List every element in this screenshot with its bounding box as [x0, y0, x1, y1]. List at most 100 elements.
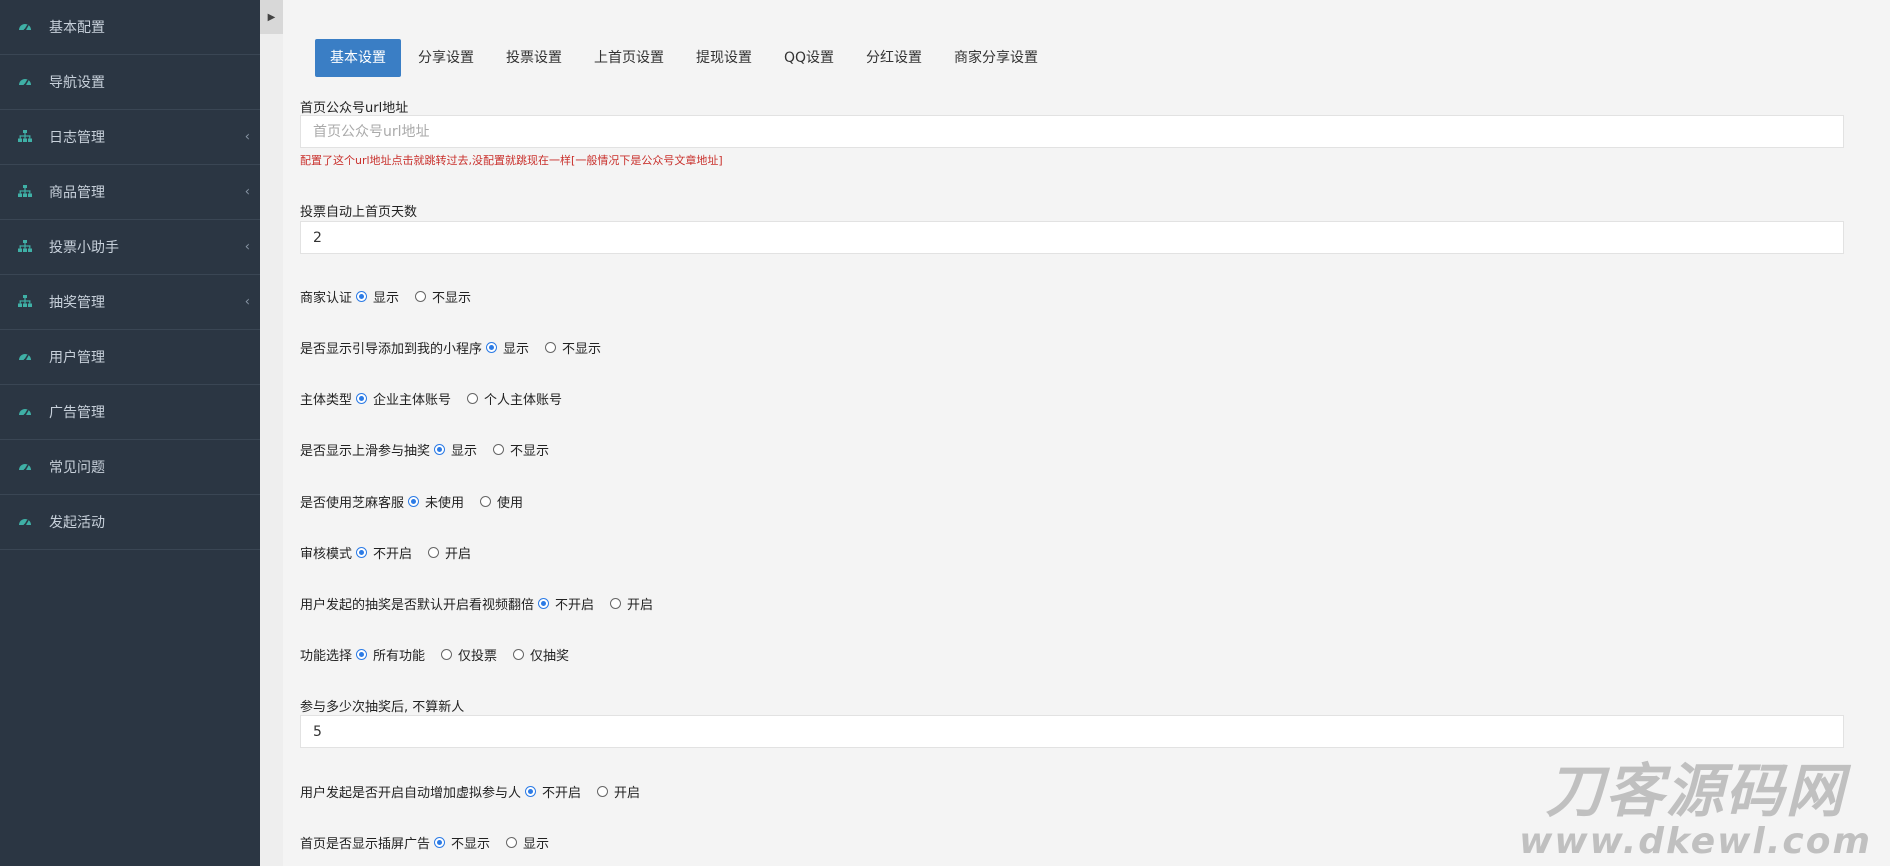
radio-button[interactable]	[441, 649, 453, 660]
tab[interactable]: 商家分享设置	[939, 39, 1053, 77]
radio-option[interactable]: 不开启	[352, 543, 412, 562]
radio-option[interactable]: 不显示	[489, 440, 549, 459]
radio-group-label: 是否显示上滑参与抽奖	[300, 444, 431, 459]
radio-option-label: 开启	[614, 786, 641, 801]
sidebar-item[interactable]: 商品管理 ‹	[0, 165, 260, 220]
radio-option[interactable]: 仅投票	[437, 645, 497, 664]
radio-button[interactable]	[356, 649, 368, 660]
sesame-service-group: 是否使用芝麻客服 未使用 使用	[300, 492, 535, 511]
radio-option[interactable]: 使用	[476, 492, 523, 511]
radio-button[interactable]	[480, 496, 492, 507]
radio-option-label: 未使用	[425, 496, 465, 511]
url-field-hint: 配置了这个url地址点击就跳转过去,没配置就跳现在一样[一般情况下是公众号文章地…	[300, 154, 723, 167]
sitemap-icon	[18, 130, 32, 144]
radio-button[interactable]	[486, 342, 498, 353]
radio-button[interactable]	[434, 837, 446, 848]
sidebar-item-label: 商品管理	[49, 185, 105, 201]
sidebar-item[interactable]: 常见问题	[0, 440, 260, 495]
radio-option-label: 个人主体账号	[484, 393, 563, 408]
radio-option[interactable]: 不显示	[541, 338, 601, 357]
sidebar-item-label: 常见问题	[49, 460, 105, 476]
sidebar-item[interactable]: 导航设置	[0, 55, 260, 110]
radio-option[interactable]: 显示	[502, 833, 549, 852]
sidebar-item-label: 抽奖管理	[49, 295, 105, 311]
radio-button[interactable]	[513, 649, 525, 660]
radio-button[interactable]	[415, 291, 427, 302]
sidebar-item[interactable]: 投票小助手 ‹	[0, 220, 260, 275]
radio-button[interactable]	[597, 786, 609, 797]
radio-option[interactable]: 未使用	[404, 492, 464, 511]
radio-option[interactable]: 企业主体账号	[352, 389, 451, 408]
radio-option[interactable]: 开启	[593, 782, 640, 801]
radio-option-label: 仅抽奖	[530, 649, 570, 664]
radio-option[interactable]: 显示	[482, 338, 529, 357]
radio-group-label: 用户发起的抽奖是否默认开启看视频翻倍	[300, 598, 535, 613]
sidebar-item-label: 用户管理	[49, 350, 105, 366]
sidebar-item[interactable]: 基本配置	[0, 0, 260, 55]
radio-option-label: 不开启	[373, 547, 413, 562]
radio-option-label: 开启	[445, 547, 472, 562]
radio-option-label: 不显示	[510, 444, 550, 459]
sidebar-item[interactable]: 广告管理	[0, 385, 260, 440]
tab[interactable]: 分红设置	[851, 39, 937, 77]
url-input[interactable]	[300, 115, 1844, 148]
tab[interactable]: QQ设置	[769, 39, 849, 77]
sidebar-toggle-button[interactable]: ▶	[260, 0, 283, 34]
radio-option[interactable]: 个人主体账号	[463, 389, 562, 408]
radio-option[interactable]: 显示	[352, 287, 399, 306]
radio-button[interactable]	[538, 598, 550, 609]
radio-button[interactable]	[610, 598, 622, 609]
guide-add-group: 是否显示引导添加到我的小程序 显示 不显示	[300, 338, 613, 357]
lottery-count-input[interactable]	[300, 715, 1844, 748]
chevron-left-icon: ‹	[244, 239, 250, 255]
vote-days-label: 投票自动上首页天数	[300, 205, 418, 220]
sidebar: 基本配置 导航设置 日志管理 ‹ 商品管理 ‹ 投票小助手 ‹ 抽奖管理 ‹ 用户管理 广告管理 常见问…	[0, 0, 260, 866]
tab[interactable]: 分享设置	[403, 39, 489, 77]
lottery-count-label: 参与多少次抽奖后, 不算新人	[300, 700, 465, 715]
radio-option[interactable]: 不开启	[521, 782, 581, 801]
sidebar-item[interactable]: 用户管理	[0, 330, 260, 385]
radio-option-label: 不显示	[451, 837, 491, 852]
radio-group-label: 首页是否显示插屏广告	[300, 837, 431, 852]
radio-option[interactable]: 所有功能	[352, 645, 425, 664]
tab[interactable]: 基本设置	[315, 39, 401, 77]
radio-option-label: 仅投票	[458, 649, 498, 664]
radio-button[interactable]	[545, 342, 557, 353]
radio-button[interactable]	[408, 496, 420, 507]
radio-button[interactable]	[525, 786, 537, 797]
merchant-cert-group: 商家认证 显示 不显示	[300, 287, 483, 306]
radio-button[interactable]	[356, 291, 368, 302]
tab[interactable]: 提现设置	[681, 39, 767, 77]
radio-option[interactable]: 不显示	[411, 287, 471, 306]
radio-option[interactable]: 不显示	[430, 833, 490, 852]
radio-button[interactable]	[356, 547, 368, 558]
radio-option[interactable]: 开启	[424, 543, 471, 562]
chevron-left-icon: ‹	[244, 184, 250, 200]
radio-group-label: 主体类型	[300, 393, 353, 408]
radio-button[interactable]	[493, 444, 505, 455]
radio-option-label: 显示	[451, 444, 478, 459]
radio-option-label: 使用	[497, 496, 524, 511]
radio-option[interactable]: 仅抽奖	[509, 645, 569, 664]
sidebar-item[interactable]: 发起活动	[0, 495, 260, 550]
caret-right-icon: ▶	[267, 11, 276, 23]
radio-option[interactable]: 开启	[606, 594, 653, 613]
sitemap-icon	[18, 240, 32, 254]
site-watermark: 刀客源码网 www.dkewl.com	[1519, 762, 1872, 860]
chevron-left-icon: ‹	[244, 129, 250, 145]
tab[interactable]: 上首页设置	[579, 39, 679, 77]
radio-button[interactable]	[506, 837, 518, 848]
tab[interactable]: 投票设置	[491, 39, 577, 77]
radio-button[interactable]	[428, 547, 440, 558]
radio-group-label: 用户发起是否开启自动增加虚拟参与人	[300, 786, 522, 801]
video-double-group: 用户发起的抽奖是否默认开启看视频翻倍 不开启 开启	[300, 594, 665, 613]
radio-button[interactable]	[434, 444, 446, 455]
radio-button[interactable]	[356, 393, 368, 404]
sidebar-item[interactable]: 日志管理 ‹	[0, 110, 260, 165]
sidebar-item[interactable]: 抽奖管理 ‹	[0, 275, 260, 330]
radio-option[interactable]: 显示	[430, 440, 477, 459]
radio-option[interactable]: 不开启	[534, 594, 594, 613]
radio-button[interactable]	[467, 393, 479, 404]
radio-group-label: 功能选择	[300, 649, 353, 664]
vote-days-input[interactable]	[300, 221, 1844, 254]
